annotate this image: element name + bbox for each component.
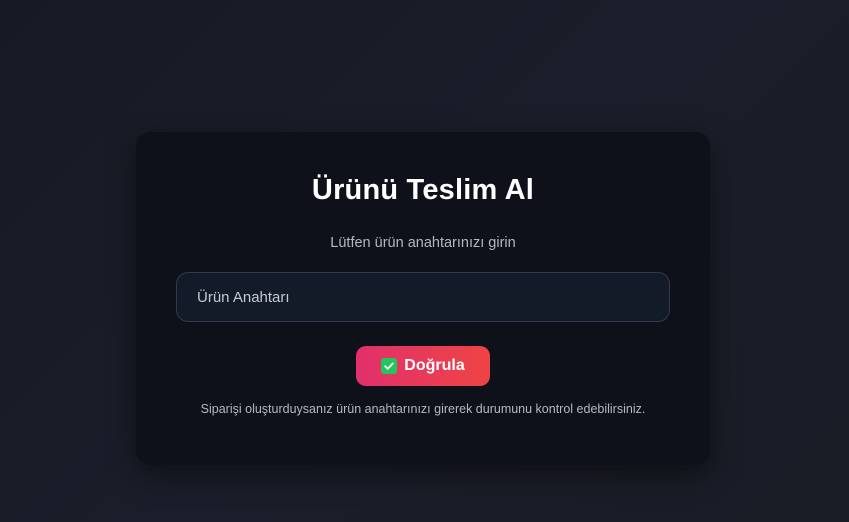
verify-button-label: Doğrula (404, 357, 465, 374)
subtitle: Lütfen ürün anahtarınızı girin (330, 235, 516, 251)
page-title: Ürünü Teslim Al (311, 174, 535, 206)
delivery-card: Ürünü Teslim Al Lütfen ürün anahtarınızı… (136, 132, 710, 465)
check-box-icon (381, 358, 398, 374)
verify-button[interactable]: Doğrula (356, 346, 490, 386)
product-key-input[interactable] (176, 272, 670, 322)
info-note: Siparişi oluşturduysanız ürün anahtarını… (200, 402, 646, 416)
